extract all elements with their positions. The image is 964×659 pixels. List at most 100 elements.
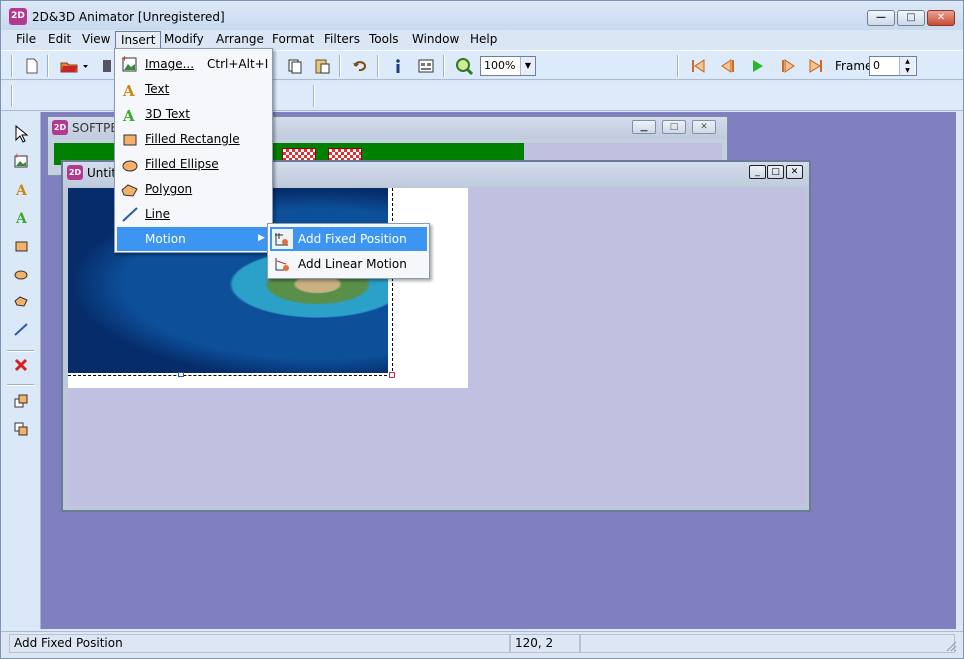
previous-frame-button[interactable] bbox=[717, 55, 739, 77]
menu-item-add-fixed-position[interactable]: Add Fixed Position bbox=[270, 227, 427, 251]
menu-format[interactable]: Format bbox=[267, 31, 319, 49]
info-button[interactable] bbox=[387, 55, 409, 77]
back-window-minimize[interactable]: ▁ bbox=[632, 120, 656, 134]
submenu-arrow-icon: ▶ bbox=[258, 233, 265, 243]
menu-view[interactable]: View bbox=[77, 31, 115, 49]
select-tool[interactable] bbox=[10, 122, 34, 146]
3d-text-tool[interactable]: A bbox=[10, 206, 34, 230]
save-button[interactable] bbox=[101, 55, 113, 77]
3d-text-icon: A bbox=[122, 107, 135, 124]
bring-forward-tool[interactable] bbox=[10, 390, 34, 414]
send-backward-icon bbox=[14, 422, 28, 436]
open-dropdown[interactable] bbox=[81, 55, 93, 77]
close-button[interactable]: ✕ bbox=[927, 10, 955, 26]
toolbar-separator bbox=[677, 55, 679, 77]
text-icon: A bbox=[15, 183, 28, 197]
first-frame-icon bbox=[692, 59, 705, 73]
rectangle-tool[interactable] bbox=[10, 234, 34, 258]
selection-handle[interactable] bbox=[178, 372, 184, 377]
menu-item-image[interactable]: + Image... Ctrl+Alt+I bbox=[117, 52, 270, 76]
menu-bar: File Edit View Insert Modify Arrange For… bbox=[1, 30, 963, 50]
line-icon bbox=[122, 207, 138, 222]
image-icon: + bbox=[14, 153, 28, 168]
next-frame-button[interactable] bbox=[777, 55, 799, 77]
status-coordinates: 120, 2 bbox=[510, 634, 580, 653]
menu-tools[interactable]: Tools bbox=[364, 31, 404, 49]
delete-icon bbox=[14, 358, 28, 372]
title-bar[interactable]: 2D 2D&3D Animator [Unregistered] — □ ✕ bbox=[1, 1, 963, 31]
info-icon bbox=[396, 59, 400, 73]
menu-item-motion[interactable]: Motion ▶ bbox=[117, 227, 270, 251]
maximize-icon: □ bbox=[906, 12, 916, 23]
delete-tool[interactable] bbox=[10, 354, 34, 378]
first-frame-button[interactable] bbox=[687, 55, 709, 77]
ellipse-tool[interactable] bbox=[10, 262, 34, 286]
zoom-dropdown-arrow[interactable]: ▼ bbox=[520, 57, 535, 75]
menu-insert[interactable]: Insert bbox=[115, 31, 162, 49]
selection-border bbox=[68, 375, 392, 376]
open-button[interactable] bbox=[57, 55, 79, 77]
menu-help[interactable]: Help bbox=[465, 31, 502, 49]
app-icon: 2D bbox=[9, 8, 27, 25]
back-window-maximize[interactable]: □ bbox=[662, 120, 686, 134]
last-frame-button[interactable] bbox=[805, 55, 827, 77]
menu-arrange[interactable]: Arrange bbox=[211, 31, 269, 49]
menu-item-polygon[interactable]: Polygon bbox=[117, 177, 270, 201]
frame-spinner[interactable]: ▲ ▼ bbox=[899, 57, 915, 75]
document-icon: 2D bbox=[52, 120, 68, 135]
toolbar-separator bbox=[313, 85, 315, 107]
minimize-icon: — bbox=[876, 12, 886, 23]
svg-text:A: A bbox=[122, 107, 135, 124]
properties-button[interactable] bbox=[415, 55, 437, 77]
copy-button[interactable] bbox=[284, 55, 306, 77]
text-icon: A bbox=[122, 82, 135, 99]
menu-filters[interactable]: Filters bbox=[319, 31, 365, 49]
back-window-close[interactable]: ✕ bbox=[692, 120, 716, 134]
send-backward-tool[interactable] bbox=[10, 418, 34, 442]
chevron-down-icon bbox=[83, 65, 88, 68]
tool-palette: + A A bbox=[1, 112, 41, 629]
window-title: 2D&3D Animator [Unregistered] bbox=[32, 10, 225, 24]
toolbar-separator bbox=[339, 55, 341, 77]
selection-handle[interactable] bbox=[389, 372, 395, 378]
menu-item-line[interactable]: Line bbox=[117, 202, 270, 226]
menu-item-add-linear-motion[interactable]: Add Linear Motion bbox=[270, 252, 427, 276]
new-button[interactable] bbox=[21, 55, 43, 77]
toolbar-separator bbox=[11, 85, 13, 107]
image-tool[interactable]: + bbox=[10, 150, 34, 174]
menu-modify[interactable]: Modify bbox=[159, 31, 209, 49]
front-window-caption: Untit bbox=[87, 166, 117, 180]
pointer-icon bbox=[15, 125, 29, 143]
menu-edit[interactable]: Edit bbox=[43, 31, 76, 49]
svg-text:+: + bbox=[121, 54, 128, 63]
zoom-icon bbox=[456, 58, 473, 75]
svg-text:A: A bbox=[15, 183, 28, 197]
maximize-button[interactable]: □ bbox=[897, 10, 925, 26]
menu-file[interactable]: File bbox=[11, 31, 41, 49]
ellipse-icon bbox=[122, 160, 138, 172]
menu-window[interactable]: Window bbox=[407, 31, 464, 49]
status-message: Add Fixed Position bbox=[9, 634, 510, 653]
resize-grip-icon[interactable] bbox=[945, 640, 957, 652]
front-window-minimize[interactable]: _ bbox=[749, 165, 766, 179]
menu-item-filled-ellipse[interactable]: Filled Ellipse bbox=[117, 152, 270, 176]
linear-motion-icon bbox=[275, 258, 289, 271]
insert-menu: + Image... Ctrl+Alt+I A Text A 3D Text F… bbox=[114, 48, 273, 253]
zoom-button[interactable] bbox=[453, 55, 475, 77]
bring-forward-icon bbox=[14, 394, 28, 408]
close-icon: ✕ bbox=[936, 12, 946, 23]
menu-item-3d-text[interactable]: A 3D Text bbox=[117, 102, 270, 126]
play-button[interactable] bbox=[747, 55, 769, 77]
status-bar: Add Fixed Position 120, 2 bbox=[1, 631, 963, 653]
undo-button[interactable] bbox=[349, 55, 371, 77]
paste-button[interactable] bbox=[311, 55, 333, 77]
menu-item-filled-rectangle[interactable]: Filled Rectangle bbox=[117, 127, 270, 151]
line-tool[interactable] bbox=[10, 318, 34, 342]
text-tool[interactable]: A bbox=[10, 178, 34, 202]
polygon-tool[interactable] bbox=[10, 290, 34, 314]
front-window-close[interactable]: ✕ bbox=[786, 165, 803, 179]
minimize-button[interactable]: — bbox=[867, 10, 895, 26]
menu-item-text[interactable]: A Text bbox=[117, 77, 270, 101]
new-document-icon bbox=[26, 58, 38, 74]
front-window-maximize[interactable]: □ bbox=[767, 165, 784, 179]
